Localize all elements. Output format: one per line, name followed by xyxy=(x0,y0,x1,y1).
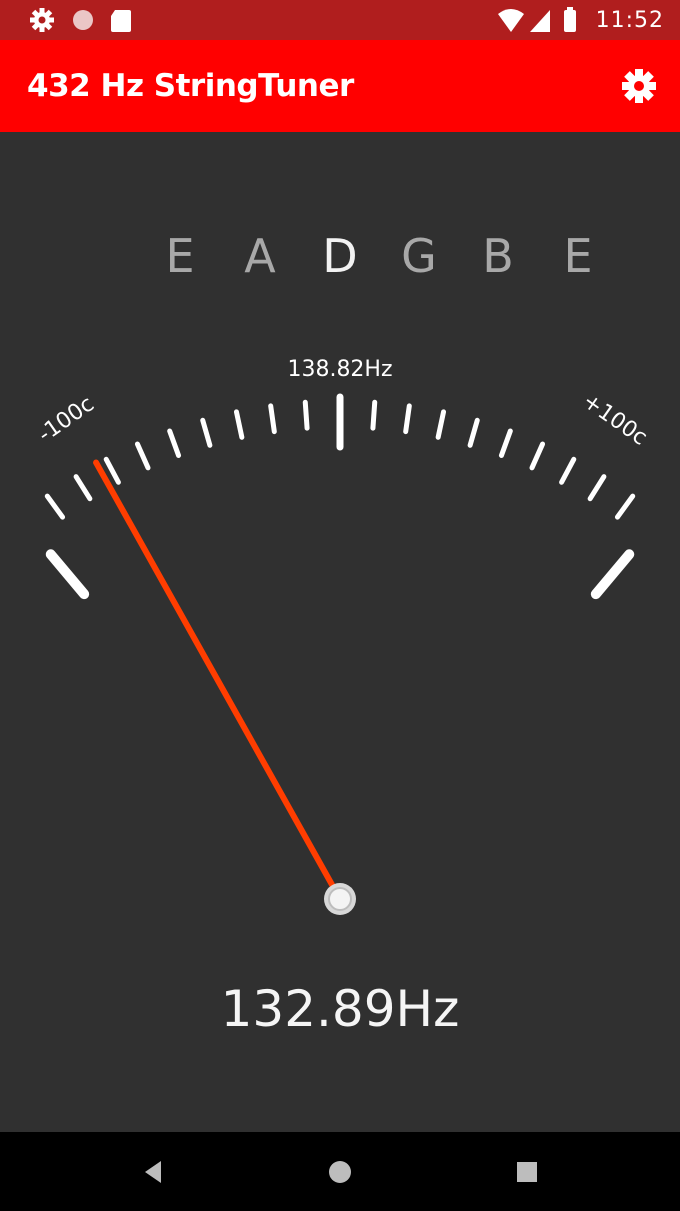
gauge-tick xyxy=(44,493,66,520)
scale-min-label: -100c xyxy=(34,392,99,448)
settings-icon xyxy=(30,8,54,32)
wifi-icon xyxy=(497,9,524,32)
back-button[interactable] xyxy=(137,1156,169,1188)
navigation-bar xyxy=(0,1132,680,1211)
recents-button[interactable] xyxy=(511,1156,543,1188)
gauge-tick xyxy=(302,399,310,431)
gauge-tick xyxy=(529,441,546,471)
detected-frequency: 132.89Hz xyxy=(220,980,460,1038)
settings-icon xyxy=(622,69,656,103)
gauge-tick xyxy=(587,474,607,502)
gauge-tick xyxy=(590,549,635,600)
gauge-tick xyxy=(467,417,480,448)
back-icon xyxy=(145,1161,161,1183)
status-left-icons xyxy=(28,6,148,34)
scale-max-label: +100c xyxy=(578,389,652,451)
gauge-tick xyxy=(45,549,90,600)
battery-icon xyxy=(563,10,576,32)
tuner-needle xyxy=(93,459,343,902)
target-frequency-label: 138.82Hz xyxy=(287,357,392,382)
status-bar: 11:52 xyxy=(0,0,680,40)
home-button[interactable] xyxy=(324,1156,356,1188)
app-title: 432 Hz StringTuner xyxy=(27,68,354,104)
home-icon xyxy=(329,1161,351,1183)
gauge-tick xyxy=(200,417,213,448)
app-bar: 432 Hz StringTuner xyxy=(0,40,680,132)
gauge-tick xyxy=(559,456,577,485)
tuner-content: E A D G B E 138.82Hz -100c +100c 132.89H… xyxy=(0,132,680,1132)
gauge-tick xyxy=(134,441,151,471)
status-time: 11:52 xyxy=(595,7,664,33)
settings-button[interactable] xyxy=(618,65,660,107)
gauge-tick xyxy=(614,493,636,520)
gauge-tick xyxy=(403,403,412,435)
status-right-icons: 11:52 xyxy=(496,6,664,34)
gauge-tick xyxy=(435,409,447,440)
gauge-tick xyxy=(167,428,182,458)
recents-icon xyxy=(517,1162,537,1182)
needle-pivot xyxy=(324,883,356,915)
circle-icon xyxy=(73,10,93,30)
gauge-tick xyxy=(233,409,245,440)
sd-card-icon xyxy=(111,10,131,32)
gauge-tick xyxy=(498,428,513,458)
gauge-tick xyxy=(73,474,93,502)
signal-icon xyxy=(529,10,550,32)
gauge-tick xyxy=(268,403,277,435)
gauge-tick xyxy=(370,399,378,431)
gauge-ticks xyxy=(44,393,636,600)
